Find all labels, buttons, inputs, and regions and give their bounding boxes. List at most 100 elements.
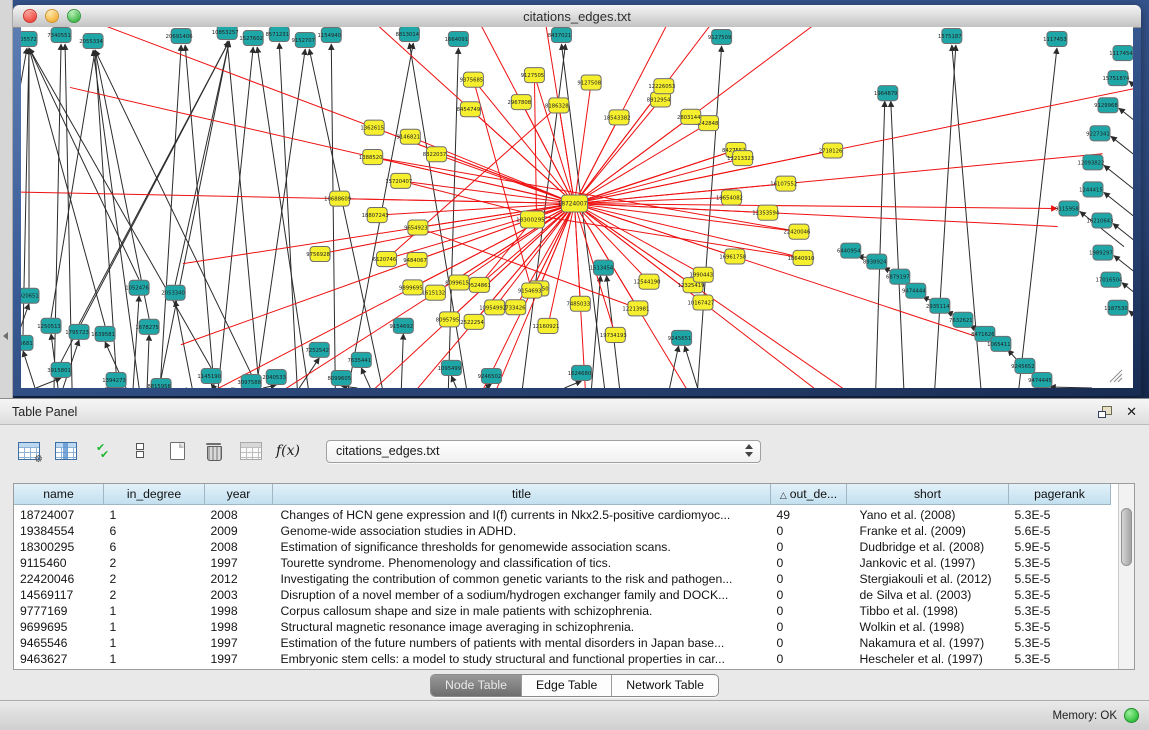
cell-in_degree[interactable]: 1 [104,603,205,619]
cell-pagerank[interactable]: 5.3E-5 [1009,635,1111,651]
vertical-scrollbar[interactable] [1118,484,1134,669]
cell-title[interactable]: Disruption of a novel member of a sodium… [273,587,771,603]
cell-out_degree[interactable]: 0 [771,571,847,587]
new-table-button[interactable] [164,438,190,464]
collapse-arrow-icon[interactable] [3,332,8,340]
cell-title[interactable]: Embryonic stem cells: a model to study s… [273,651,771,667]
col-header-name[interactable]: name [14,484,104,505]
cell-short[interactable]: Nakamura et al. (1997) [847,635,1009,651]
cell-short[interactable]: Hescheler et al. (1997) [847,651,1009,667]
cell-title[interactable]: Changes of HCN gene expression and I(f) … [273,505,771,524]
cell-out_degree[interactable]: 0 [771,555,847,571]
network-view[interactable]: 2405572734055120553342069140610853257152… [21,27,1133,388]
cell-short[interactable]: Franke et al. (2009) [847,523,1009,539]
cell-pagerank[interactable]: 5.6E-5 [1009,523,1111,539]
cell-pagerank[interactable]: 5.5E-5 [1009,571,1111,587]
cell-name[interactable]: 9699695 [14,619,104,635]
cell-year[interactable]: 2003 [205,587,273,603]
col-header-year[interactable]: year [205,484,273,505]
import-table-button[interactable] [238,438,264,464]
cell-out_degree[interactable]: 0 [771,635,847,651]
cell-out_degree[interactable]: 0 [771,603,847,619]
table-row[interactable]: 946554611997Estimation of the future num… [14,635,1111,651]
cell-name[interactable]: 9115460 [14,555,104,571]
cell-pagerank[interactable]: 5.9E-5 [1009,539,1111,555]
cell-title[interactable]: Corpus callosum shape and size in male p… [273,603,771,619]
cell-title[interactable]: Structural magnetic resonance image aver… [273,619,771,635]
cell-name[interactable]: 9463627 [14,651,104,667]
cell-title[interactable]: Estimation of significance thresholds fo… [273,539,771,555]
cell-short[interactable]: de Silva et al. (2003) [847,587,1009,603]
table-row[interactable]: 946362711997Embryonic stem cells: a mode… [14,651,1111,667]
table-row[interactable]: 1872400712008Changes of HCN gene express… [14,505,1111,524]
cell-year[interactable]: 2009 [205,523,273,539]
cell-in_degree[interactable]: 6 [104,539,205,555]
tab-network-table[interactable]: Network Table [611,675,718,696]
select-all-button[interactable] [90,438,116,464]
delete-table-button[interactable] [201,438,227,464]
cell-year[interactable]: 2012 [205,571,273,587]
table-row[interactable]: 1456911722003Disruption of a novel membe… [14,587,1111,603]
cell-pagerank[interactable]: 5.3E-5 [1009,505,1111,524]
cell-name[interactable]: 18300295 [14,539,104,555]
cell-short[interactable]: Jankovic et al. (1997) [847,555,1009,571]
cell-short[interactable]: Yano et al. (2008) [847,505,1009,524]
cell-short[interactable]: Wolkin et al. (1998) [847,619,1009,635]
table-gear-button[interactable] [16,438,42,464]
cell-year[interactable]: 1998 [205,619,273,635]
cell-in_degree[interactable]: 1 [104,651,205,667]
col-header-out-degree[interactable]: △out_de... [771,484,847,505]
cell-title[interactable]: Genome-wide association studies in ADHD. [273,523,771,539]
table-row[interactable]: 977716911998Corpus callosum shape and si… [14,603,1111,619]
control-panel-collapsed-strip[interactable] [0,0,13,398]
cell-name[interactable]: 9777169 [14,603,104,619]
cell-name[interactable]: 22420046 [14,571,104,587]
cell-out_degree[interactable]: 0 [771,651,847,667]
cell-out_degree[interactable]: 0 [771,523,847,539]
cell-title[interactable]: Estimation of the future numbers of pati… [273,635,771,651]
cell-name[interactable]: 19384554 [14,523,104,539]
cell-out_degree[interactable]: 0 [771,539,847,555]
cell-in_degree[interactable]: 2 [104,571,205,587]
cell-in_degree[interactable]: 2 [104,587,205,603]
cell-pagerank[interactable]: 5.3E-5 [1009,651,1111,667]
cell-in_degree[interactable]: 6 [104,523,205,539]
tab-node-table[interactable]: Node Table [431,675,521,696]
col-header-short[interactable]: short [847,484,1009,505]
cell-year[interactable]: 1997 [205,651,273,667]
clear-selection-button[interactable] [127,438,153,464]
cell-title[interactable]: Investigating the contribution of common… [273,571,771,587]
table-row[interactable]: 2242004622012Investigating the contribut… [14,571,1111,587]
window-titlebar[interactable]: citations_edges.txt [13,5,1141,28]
cell-out_degree[interactable]: 0 [771,619,847,635]
network-canvas[interactable]: 2405572734055120553342069140610853257152… [21,27,1133,388]
cell-year[interactable]: 1997 [205,635,273,651]
function-builder-button[interactable]: f(x) [275,438,301,464]
tab-edge-table[interactable]: Edge Table [521,675,611,696]
table-row[interactable]: 1830029562008Estimation of significance … [14,539,1111,555]
table-row[interactable]: 911546021997Tourette syndrome. Phenomeno… [14,555,1111,571]
col-header-pagerank[interactable]: pagerank [1009,484,1111,505]
cell-name[interactable]: 18724007 [14,505,104,524]
cell-out_degree[interactable]: 0 [771,587,847,603]
cell-title[interactable]: Tourette syndrome. Phenomenology and cla… [273,555,771,571]
cell-year[interactable]: 1997 [205,555,273,571]
cell-pagerank[interactable]: 5.3E-5 [1009,619,1111,635]
col-header-in-degree[interactable]: in_degree [104,484,205,505]
column-visibility-button[interactable] [53,438,79,464]
table-row[interactable]: 969969511998Structural magnetic resonanc… [14,619,1111,635]
cell-name[interactable]: 9465546 [14,635,104,651]
cell-short[interactable]: Dudbridge et al. (2008) [847,539,1009,555]
cell-in_degree[interactable]: 1 [104,619,205,635]
float-panel-icon[interactable] [1098,406,1112,418]
cell-out_degree[interactable]: 49 [771,505,847,524]
cell-in_degree[interactable]: 1 [104,505,205,524]
cell-pagerank[interactable]: 5.3E-5 [1009,587,1111,603]
close-panel-icon[interactable]: ✕ [1126,406,1137,418]
col-header-title[interactable]: title [273,484,771,505]
cell-year[interactable]: 2008 [205,505,273,524]
scrollbar-thumb[interactable] [1121,508,1132,566]
table-row[interactable]: 1938455462009Genome-wide association stu… [14,523,1111,539]
network-window[interactable]: citations_edges.txt 24055727340551205533… [13,5,1141,396]
cell-pagerank[interactable]: 5.3E-5 [1009,603,1111,619]
